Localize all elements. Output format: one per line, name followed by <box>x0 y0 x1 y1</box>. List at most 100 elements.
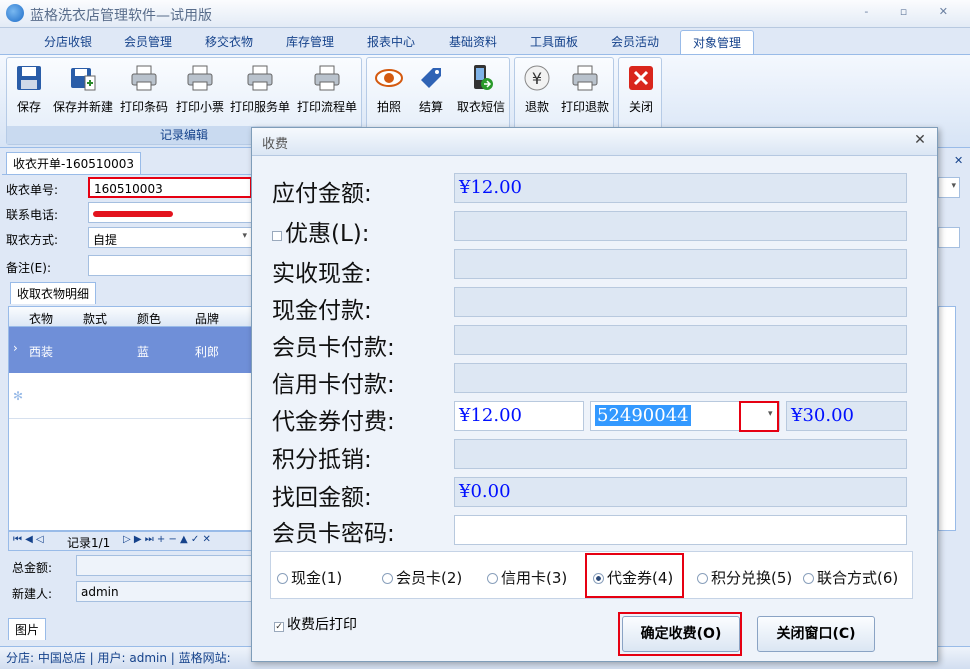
printer-icon <box>314 65 340 91</box>
tab-member[interactable]: 会员管理 <box>110 30 186 54</box>
col-brand[interactable]: 品牌 <box>195 310 219 327</box>
refund-label: 退款 <box>524 100 549 114</box>
chevron-down-icon: ▾ <box>242 231 247 241</box>
print-service-label: 打印服务单 <box>229 100 290 114</box>
pickup-select[interactable]: 自提 ▾ <box>88 227 252 248</box>
radio-points[interactable]: 积分兑换(5) <box>697 567 792 588</box>
credit-pay-label: 信用卡付款: <box>272 372 395 398</box>
discount-field[interactable] <box>454 211 907 241</box>
refund-button[interactable]: ¥ 退款 <box>519 62 555 115</box>
discount-label-wrap: 优惠(L): <box>272 214 370 248</box>
right-field[interactable] <box>938 227 960 248</box>
tab-member-activity[interactable]: 会员活动 <box>596 30 674 54</box>
close-button[interactable]: 关闭 <box>623 62 659 115</box>
radio-credit-card[interactable]: 信用卡(3) <box>487 567 567 588</box>
price-tag-icon <box>421 68 441 88</box>
detail-tab[interactable]: 收取衣物明细 <box>10 282 97 304</box>
right-select[interactable]: ▾ <box>938 177 960 198</box>
dialog-title-bar: 收费 ✕ <box>252 128 937 156</box>
settle-label: 结算 <box>418 100 443 114</box>
pager-text: 记录1/1 <box>67 536 111 550</box>
discount-checkbox[interactable] <box>272 231 282 241</box>
new-row[interactable]: ✻ <box>9 373 251 419</box>
confirm-button-highlight <box>618 612 742 656</box>
remark-field[interactable] <box>88 255 252 276</box>
points-field[interactable] <box>454 439 907 469</box>
pickup-value: 自提 <box>93 233 118 247</box>
voucher-dropdown-highlight[interactable]: ▾ <box>739 401 779 432</box>
print-receipt-label: 打印小票 <box>175 100 224 114</box>
checkbox-checked-icon: ✓ <box>274 622 284 632</box>
tab-tools[interactable]: 工具面板 <box>516 30 592 54</box>
print-service-button[interactable]: 打印服务单 <box>229 62 291 115</box>
image-tab[interactable]: 图片 <box>8 618 47 640</box>
pager-nav-icons[interactable]: ⏮ ◀ ◁ <box>13 534 44 545</box>
radio-points-label: 积分兑换(5) <box>711 569 793 587</box>
change-label: 找回金额: <box>272 485 372 511</box>
radio-dot <box>277 573 288 584</box>
pickup-sms-button[interactable]: 取衣短信 <box>455 62 507 115</box>
pager-more-icons[interactable]: ▷ ▶ ⏭ + − ▲ ✓ ✕ <box>123 534 211 545</box>
voucher-amount-field[interactable]: ¥12.00 <box>454 401 584 431</box>
member-pwd-field[interactable] <box>454 515 907 545</box>
member-pay-field[interactable] <box>454 325 907 355</box>
dialog-close-icon[interactable]: ✕ <box>909 132 931 150</box>
tab-store-cashier[interactable]: 分店收银 <box>30 30 106 54</box>
close-window-button[interactable]: 关闭窗口(C) <box>757 616 875 652</box>
grid-header: 衣物 款式 颜色 品牌 <box>9 307 251 327</box>
grid-pager: ⏮ ◀ ◁ 记录1/1 ▷ ▶ ⏭ + − ▲ ✓ ✕ <box>8 531 252 551</box>
remark-label: 备注(E): <box>6 261 51 275</box>
print-barcode-button[interactable]: 打印条码 <box>119 62 169 115</box>
tab-divider <box>2 174 252 175</box>
col-style[interactable]: 款式 <box>83 310 107 327</box>
settle-button[interactable]: 结算 <box>413 62 449 115</box>
radio-member-card[interactable]: 会员卡(2) <box>382 567 462 588</box>
new-row-icon: ✻ <box>13 389 24 403</box>
order-no-field[interactable]: 160510003 <box>88 177 252 198</box>
tab-transfer[interactable]: 移交衣物 <box>190 30 268 54</box>
radio-cash[interactable]: 现金(1) <box>277 567 342 588</box>
save-button[interactable]: 保存 <box>11 62 47 115</box>
redacted-scribble <box>93 211 173 217</box>
app-logo-icon <box>6 4 24 22</box>
col-item[interactable]: 衣物 <box>29 310 53 327</box>
photo-button[interactable]: 拍照 <box>371 62 407 115</box>
total-field <box>76 555 252 576</box>
tab-basic-data[interactable]: 基础资料 <box>434 30 512 54</box>
total-label: 总金额: <box>12 561 53 575</box>
cell-item: 西装 <box>29 345 54 359</box>
title-bar: 蓝格洗衣店管理软件—试用版 - ▫ ✕ <box>0 0 970 28</box>
voucher-code-value: 52490044 <box>595 405 691 426</box>
radio-combined[interactable]: 联合方式(6) <box>803 567 898 588</box>
main-tabs: 分店收银 会员管理 移交衣物 库存管理 报表中心 基础资料 工具面板 会员活动 … <box>0 30 970 54</box>
radio-dot <box>697 573 708 584</box>
tab-reports[interactable]: 报表中心 <box>352 30 430 54</box>
col-color[interactable]: 颜色 <box>137 310 161 327</box>
save-and-new-button[interactable]: 保存并新建 <box>51 62 115 115</box>
print-flow-button[interactable]: 打印流程单 <box>295 62 359 115</box>
phone-field[interactable] <box>88 202 252 223</box>
creator-label: 新建人: <box>12 587 53 601</box>
print-receipt-button[interactable]: 打印小票 <box>175 62 225 115</box>
credit-pay-field[interactable] <box>454 363 907 393</box>
doc-tab[interactable]: 收衣开单-160510003 <box>6 152 142 174</box>
cash-pay-field[interactable] <box>454 287 907 317</box>
yen-icon: ¥ <box>524 65 550 91</box>
tab-object-manage[interactable]: 对象管理 <box>680 30 754 54</box>
printer-icon <box>131 65 157 91</box>
print-barcode-label: 打印条码 <box>119 100 168 114</box>
close-icon[interactable]: ✕ <box>954 154 963 167</box>
radio-dot <box>382 573 393 584</box>
payable-field: ¥12.00 <box>454 173 907 203</box>
window-controls[interactable]: - ▫ ✕ <box>864 5 962 18</box>
payment-dialog: 收费 ✕ 应付金额: ¥12.00 优惠(L): 实收现金: 现金付款: 会员卡… <box>251 127 938 662</box>
radio-member-card-label: 会员卡(2) <box>396 569 463 587</box>
print-refund-button[interactable]: 打印退款 <box>559 62 611 115</box>
phone-sms-icon <box>474 65 493 90</box>
payable-label: 应付金额: <box>272 181 372 207</box>
tab-inventory[interactable]: 库存管理 <box>272 30 348 54</box>
actual-cash-field[interactable] <box>454 249 907 279</box>
order-panel: 收衣开单-160510003 收衣单号: 160510003 联系电话: 取衣方… <box>0 150 252 640</box>
print-after-checkbox[interactable]: ✓ 收费后打印 <box>274 614 357 634</box>
table-row[interactable]: › 西装 蓝 利郎 <box>9 327 251 373</box>
